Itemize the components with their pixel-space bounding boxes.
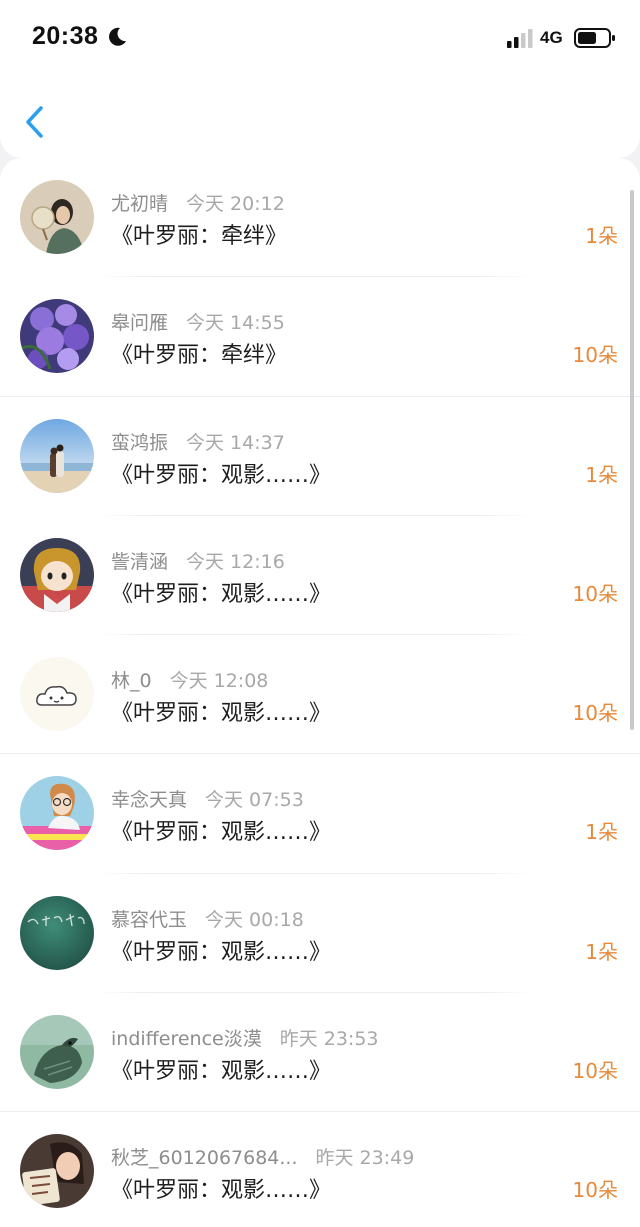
user-name: 蛮鸿振 今天 14:37 [111, 431, 285, 454]
work-title: 《叶罗丽：牵绊》 [111, 224, 288, 249]
avatar[interactable] [20, 657, 94, 732]
gift-count: 1朵 [585, 820, 618, 845]
user-name: 訾清涵 今天 12:16 [111, 550, 285, 573]
avatar[interactable] [20, 180, 94, 254]
user-name: indifference淡漠 昨天 23:53 [111, 1028, 379, 1051]
chevron-left-icon [26, 106, 43, 138]
moon-icon [109, 27, 126, 46]
avatar[interactable] [20, 1134, 94, 1209]
user-name: 皋问雁 今天 14:55 [111, 312, 285, 335]
work-title: 《叶罗丽：观影……》 [111, 820, 332, 846]
work-title: 《叶罗丽：观影……》 [111, 581, 332, 607]
list-item[interactable]: indifference淡漠 昨天 23:53 《叶罗丽：观影……》 10朵 [0, 993, 640, 1113]
gift-time: 今天 14:37 [186, 431, 285, 454]
gift-count: 10朵 [572, 1178, 618, 1203]
user-name: 慕容代玉 今天 00:18 [111, 908, 304, 931]
gift-count: 1朵 [585, 224, 618, 248]
header: 20:38 4G [0, 0, 640, 158]
avatar[interactable] [20, 1015, 94, 1090]
gift-count: 10朵 [572, 343, 618, 368]
user-name: 秋芝_6012067684... 昨天 23:49 [111, 1147, 415, 1170]
status-time: 20:38 [32, 22, 99, 50]
work-title: 《叶罗丽：观影……》 [111, 462, 332, 488]
gift-list: 尤初晴 今天 20:12 《叶罗丽：牵绊》 1朵 皋问雁 今天 14:55 《叶罗丽… [0, 158, 640, 1227]
user-name: 尤初晴 今天 20:12 [111, 193, 285, 215]
avatar[interactable] [20, 776, 94, 851]
gift-time: 昨天 23:49 [315, 1147, 415, 1170]
work-title: 《叶罗丽：牵绊》 [111, 343, 288, 369]
list-item[interactable]: 皋问雁 今天 14:55 《叶罗丽：牵绊》 10朵 [0, 277, 640, 397]
gift-count: 1朵 [585, 462, 618, 487]
list-item[interactable]: 尤初晴 今天 20:12 《叶罗丽：牵绊》 1朵 [0, 158, 640, 278]
gift-count: 1朵 [585, 939, 618, 964]
gift-count: 10朵 [572, 701, 618, 726]
gift-time: 今天 20:12 [186, 193, 285, 215]
gift-time: 今天 07:53 [205, 789, 304, 812]
gift-time: 今天 12:16 [186, 550, 285, 573]
list-item[interactable]: 秋芝_6012067684... 昨天 23:49 《叶罗丽：观影……》 10朵 [0, 1112, 640, 1227]
back-button[interactable] [20, 102, 50, 142]
gift-time: 昨天 23:53 [279, 1028, 379, 1051]
avatar[interactable] [20, 299, 94, 374]
gift-time: 今天 12:08 [169, 670, 269, 693]
list-item[interactable]: 訾清涵 今天 12:16 《叶罗丽：观影……》 10朵 [0, 516, 640, 636]
battery-icon [574, 28, 615, 48]
list-item[interactable]: 慕容代玉 今天 00:18 《叶罗丽：观影……》 1朵 [0, 874, 640, 994]
list-item[interactable]: 蛮鸿振 今天 14:37 《叶罗丽：观影……》 1朵 [0, 397, 640, 516]
signal-icon [507, 29, 533, 48]
gift-time: 今天 00:18 [205, 908, 304, 931]
work-title: 《叶罗丽：观影……》 [111, 939, 332, 965]
status-bar: 20:38 4G [0, 0, 640, 78]
user-name: 幸念天真 今天 07:53 [111, 789, 304, 812]
avatar[interactable] [20, 895, 94, 970]
avatar[interactable] [20, 537, 94, 612]
list-item[interactable]: 林_0 今天 12:08 《叶罗丽：观影……》 10朵 [0, 635, 640, 755]
avatar[interactable] [20, 418, 94, 493]
scrollbar[interactable] [630, 190, 634, 730]
user-name: 林_0 今天 12:08 [111, 670, 269, 693]
work-title: 《叶罗丽：观影……》 [111, 1059, 332, 1085]
gift-time: 今天 14:55 [186, 312, 285, 335]
list-item[interactable]: 幸念天真 今天 07:53 《叶罗丽：观影……》 1朵 [0, 754, 640, 874]
work-title: 《叶罗丽：观影……》 [111, 701, 332, 727]
gift-count: 10朵 [572, 1059, 618, 1084]
network-type: 4G [540, 28, 563, 47]
gift-count: 10朵 [572, 581, 618, 606]
work-title: 《叶罗丽：观影……》 [111, 1178, 332, 1204]
